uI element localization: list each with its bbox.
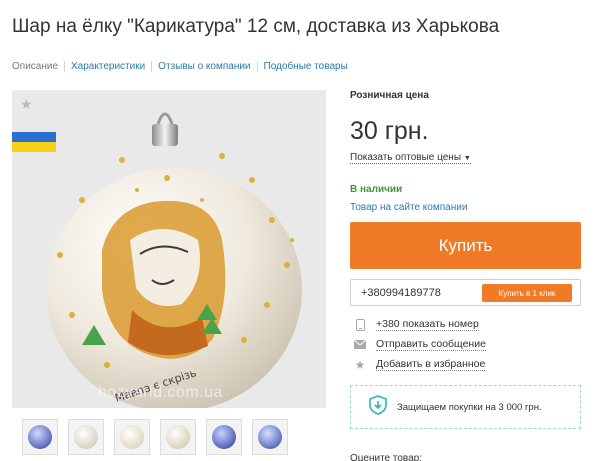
wholesale-prices-link[interactable]: Показать оптовые цены ▼	[350, 152, 471, 164]
buyer-protection-text: Защищаем покупки на 3 000 грн.	[397, 401, 542, 413]
shield-icon	[369, 394, 387, 420]
thumbnail[interactable]	[22, 419, 58, 455]
send-message-action[interactable]: Отправить сообщение	[354, 338, 486, 351]
star-icon: ★	[354, 357, 366, 372]
wholesale-prices-label: Показать оптовые цены	[350, 152, 462, 163]
tab-similar-products[interactable]: Подобные товары	[256, 61, 354, 72]
thumbnail[interactable]	[206, 419, 242, 455]
chevron-down-icon: ▼	[463, 155, 471, 162]
product-photo[interactable]: Мавпа є скрізь ★ hozyarid.com.ua	[12, 90, 326, 408]
company-site-link[interactable]: Товар на сайте компании	[350, 202, 467, 213]
watermark: hozyarid.com.ua	[98, 384, 223, 401]
send-message-label: Отправить сообщение	[376, 338, 486, 351]
add-favorite-label: Добавить в избранное	[376, 358, 486, 371]
rate-product-label: Оцените товар:	[350, 453, 423, 461]
thumbnail[interactable]	[252, 419, 288, 455]
tab-description[interactable]: Описание	[12, 61, 64, 72]
thumbnail[interactable]	[160, 419, 196, 455]
page-title: Шар на ёлку "Карикатура" 12 см, доставка…	[12, 16, 500, 37]
envelope-icon	[354, 339, 366, 351]
thumbnail[interactable]	[114, 419, 150, 455]
show-phone-action[interactable]: +380 показать номер	[354, 318, 479, 331]
phone-icon	[354, 318, 366, 331]
price-label: Розничная цена	[350, 90, 429, 101]
show-phone-label: +380 показать номер	[376, 318, 479, 331]
price-value: 30 грн.	[350, 117, 429, 145]
add-favorite-action[interactable]: ★ Добавить в избранное	[354, 357, 486, 372]
ornament-image: Мавпа є скрізь	[12, 90, 326, 408]
phone-input[interactable]: +380994189778	[361, 287, 441, 299]
tab-characteristics[interactable]: Характеристики	[64, 61, 151, 72]
thumbnail-strip	[22, 419, 298, 455]
thumbnail[interactable]	[68, 419, 104, 455]
product-tabs: Описание Характеристики Отзывы о компани…	[12, 61, 354, 72]
quick-order-box: +380994189778 Купить в 1 клик	[350, 279, 581, 306]
tab-company-reviews[interactable]: Отзывы о компании	[151, 61, 256, 72]
availability-status: В наличии	[350, 184, 403, 195]
buy-button[interactable]: Купить	[350, 222, 581, 269]
favorite-star-icon[interactable]: ★	[20, 96, 33, 113]
buy-one-click-button[interactable]: Купить в 1 клик	[482, 284, 572, 302]
buyer-protection-box: Защищаем покупки на 3 000 грн.	[350, 385, 581, 429]
ukraine-flag-icon	[12, 132, 56, 152]
